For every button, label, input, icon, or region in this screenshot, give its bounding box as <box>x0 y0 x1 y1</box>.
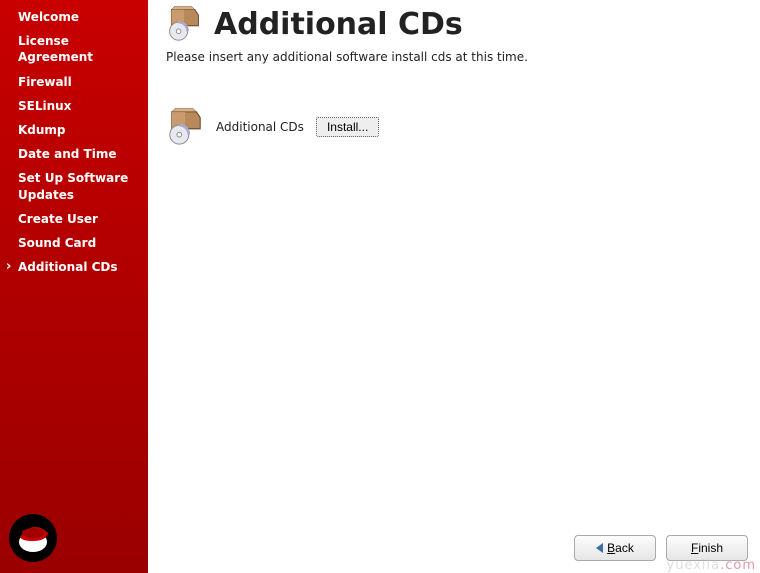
page-description: Please insert any additional software in… <box>148 46 760 80</box>
finish-button[interactable]: Finish <box>666 535 748 561</box>
sidebar-item-create-user[interactable]: Create User <box>0 207 148 231</box>
sidebar-item-label: Welcome <box>18 10 79 24</box>
footer: Back Finish <box>574 535 748 561</box>
page-title: Additional CDs <box>214 7 463 42</box>
sidebar-items: Welcome License Agreement Firewall SELin… <box>0 0 148 279</box>
sidebar-item-label: Additional CDs <box>18 260 118 274</box>
sidebar-item-label: Date and Time <box>18 147 116 161</box>
sidebar-item-sound-card[interactable]: Sound Card <box>0 231 148 255</box>
sidebar-item-label: Set Up Software Updates <box>18 171 128 201</box>
back-button-label: Back <box>607 541 634 555</box>
sidebar-item-license-agreement[interactable]: License Agreement <box>0 29 148 69</box>
sidebar-item-selinux[interactable]: SELinux <box>0 94 148 118</box>
arrow-left-icon <box>596 543 603 553</box>
sidebar-item-set-up-software-updates[interactable]: Set Up Software Updates <box>0 166 148 206</box>
install-button[interactable]: Install... <box>316 117 379 137</box>
additional-cds-row: Additional CDs Install... <box>148 80 760 146</box>
redhat-logo <box>8 513 58 563</box>
sidebar-item-label: Create User <box>18 212 98 226</box>
sidebar-item-label: Firewall <box>18 75 72 89</box>
sidebar-item-firewall[interactable]: Firewall <box>0 70 148 94</box>
sidebar-item-date-and-time[interactable]: Date and Time <box>0 142 148 166</box>
cd-box-icon <box>166 6 202 42</box>
cd-box-icon <box>166 108 204 146</box>
back-button[interactable]: Back <box>574 535 656 561</box>
main-panel: Additional CDs Please insert any additio… <box>148 0 760 573</box>
sidebar-item-label: Sound Card <box>18 236 96 250</box>
sidebar-item-kdump[interactable]: Kdump <box>0 118 148 142</box>
sidebar-item-welcome[interactable]: Welcome <box>0 5 148 29</box>
header: Additional CDs <box>148 0 760 46</box>
sidebar: Welcome License Agreement Firewall SELin… <box>0 0 148 573</box>
sidebar-item-label: Kdump <box>18 123 66 137</box>
sidebar-item-label: SELinux <box>18 99 71 113</box>
sidebar-item-label: License Agreement <box>18 34 93 64</box>
finish-button-label: Finish <box>691 541 723 555</box>
row-label: Additional CDs <box>216 120 304 134</box>
sidebar-item-additional-cds[interactable]: Additional CDs <box>0 255 148 279</box>
